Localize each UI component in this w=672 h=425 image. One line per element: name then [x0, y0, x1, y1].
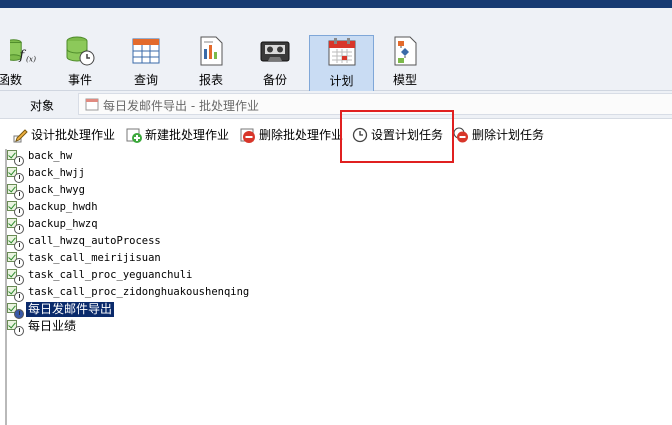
tool-functions-label: 函数 [0, 73, 23, 87]
list-item-label: backup_hwdh [28, 201, 98, 213]
tool-reports[interactable]: 报表 [190, 35, 232, 93]
tool-query-label: 查询 [133, 73, 158, 87]
tool-backup-label: 备份 [262, 73, 287, 87]
tool-functions[interactable]: f (x) 函数 [0, 35, 36, 93]
list-item-label: back_hwjj [28, 167, 85, 179]
calendar-icon [85, 98, 99, 111]
tool-model[interactable]: 模型 [384, 35, 426, 93]
list-item[interactable]: back_hwjj [7, 166, 667, 183]
list-item[interactable]: task_call_proc_zidonghuakoushenqing [7, 285, 667, 302]
function-icon: f (x) [10, 39, 36, 63]
tool-schedule-label: 计划 [329, 74, 354, 88]
object-bar: 对象 每日发邮件导出 - 批处理作业 [0, 91, 672, 119]
model-icon [394, 36, 417, 66]
list-item-label: task_call_proc_zidonghuakoushenqing [28, 286, 250, 298]
list-item-label: task_call_meirijisuan [28, 252, 161, 264]
list-item-label: task_call_proc_yeguanchuli [28, 269, 193, 281]
svg-text:(x): (x) [26, 54, 36, 63]
list-item-label: 每日业绩 [28, 319, 77, 333]
schedule-clock-icon [14, 156, 24, 166]
list-item-label: back_hw [28, 150, 73, 162]
batch-job-list: back_hw back_hwjj back_hwyg backup_hwdh … [7, 149, 667, 336]
list-item[interactable]: back_hwyg [7, 183, 667, 200]
tool-backup[interactable]: 备份 [254, 35, 296, 93]
tool-query[interactable]: 查询 [125, 35, 167, 93]
report-icon [200, 36, 223, 66]
tool-events-label: 事件 [67, 73, 92, 87]
schedule-clock-icon [14, 241, 24, 251]
schedule-clock-icon [14, 326, 24, 336]
list-item[interactable]: back_hw [7, 149, 667, 166]
set-schedule-label: 设置计划任务 [371, 128, 444, 142]
tool-reports-label: 报表 [198, 73, 223, 87]
schedule-clock-icon [14, 258, 24, 268]
schedule-clock-icon [14, 207, 24, 217]
calendar-icon [328, 38, 355, 66]
delete-schedule-label: 删除计划任务 [472, 128, 545, 142]
list-item[interactable]: backup_hwzq [7, 217, 667, 234]
schedule-clock-icon [14, 190, 24, 200]
object-tab-title: 每日发邮件导出 - 批处理作业 [103, 99, 259, 113]
add-icon [126, 128, 142, 143]
window-titlebar [0, 0, 672, 8]
list-item[interactable]: 每日业绩 [7, 319, 667, 336]
backup-cassette-icon [260, 41, 290, 62]
delete-batch-job-label: 删除批处理作业 [259, 128, 344, 142]
list-item-label: backup_hwzq [28, 218, 98, 230]
schedule-clock-icon [14, 224, 24, 234]
tool-model-label: 模型 [392, 73, 417, 87]
query-table-icon [132, 38, 160, 64]
tool-events[interactable]: 事件 [60, 35, 100, 93]
design-batch-job-label: 设计批处理作业 [31, 128, 116, 142]
list-item-selected[interactable]: 每日发邮件导出 [7, 302, 667, 319]
schedule-clock-icon [14, 173, 24, 183]
schedule-clock-icon [14, 275, 24, 285]
schedule-clock-icon [14, 292, 24, 302]
event-database-icon [66, 36, 95, 66]
action-toolbar: 设计批处理作业 新建批处理作业 删除批处理作业 设置计划任务 删除计划任务 [0, 121, 672, 149]
list-item[interactable]: task_call_proc_yeguanchuli [7, 268, 667, 285]
object-label: 对象 [30, 99, 55, 113]
list-item[interactable]: backup_hwdh [7, 200, 667, 217]
ribbon-toolbar: f (x) 函数 事件 查询 报表 备份 计划 模型 [0, 8, 672, 93]
delete-schedule-icon [453, 127, 468, 143]
list-item[interactable]: task_call_meirijisuan [7, 251, 667, 268]
delete-icon [240, 128, 255, 143]
list-item-label: back_hwyg [28, 184, 85, 196]
schedule-clock-icon [14, 309, 24, 319]
list-item-label: 每日发邮件导出 [26, 302, 115, 317]
list-item[interactable]: call_hwzq_autoProcess [7, 234, 667, 251]
list-item-label: call_hwzq_autoProcess [28, 235, 161, 247]
new-batch-job-label: 新建批处理作业 [145, 128, 230, 142]
tool-schedule[interactable]: 计划 [309, 35, 374, 93]
clock-icon [352, 127, 368, 143]
object-tab[interactable]: 每日发邮件导出 - 批处理作业 [78, 93, 672, 115]
pencil-edit-icon [13, 129, 28, 143]
